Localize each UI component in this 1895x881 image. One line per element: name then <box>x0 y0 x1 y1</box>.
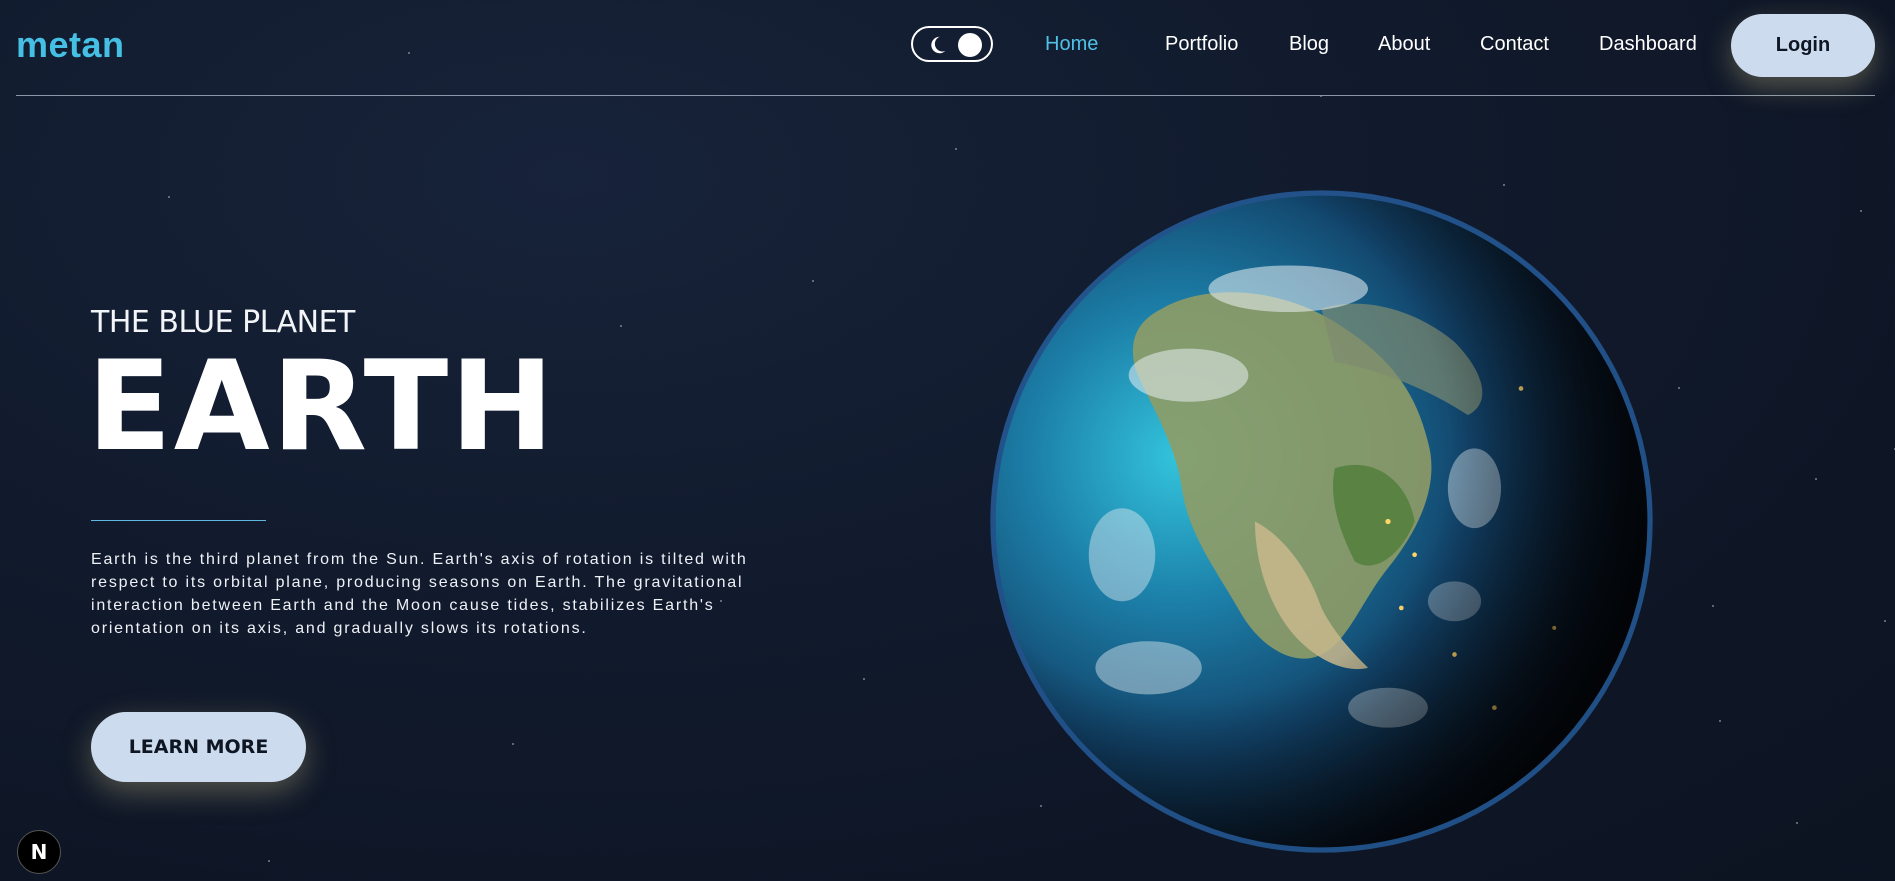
top-navbar: metan Home Portfolio Blog About Contact … <box>16 0 1875 96</box>
hero-title: EARTH <box>87 335 556 479</box>
hero-description: Earth is the third planet from the Sun. … <box>91 551 748 637</box>
earth-globe-image <box>990 190 1653 853</box>
learn-more-button[interactable]: LEARN MORE <box>91 712 306 782</box>
nav-home-link[interactable]: Home <box>1045 33 1098 56</box>
hero-divider <box>91 520 266 521</box>
next-badge-icon[interactable]: N <box>17 830 61 874</box>
login-button[interactable]: Login <box>1731 14 1875 77</box>
nav-blog-link[interactable]: Blog <box>1289 33 1329 56</box>
nav-contact-link[interactable]: Contact <box>1480 33 1549 56</box>
nav-dashboard-link[interactable]: Dashboard <box>1599 33 1697 56</box>
theme-toggle[interactable] <box>911 26 993 62</box>
nav-about-link[interactable]: About <box>1378 33 1430 56</box>
nav-portfolio-link[interactable]: Portfolio <box>1165 33 1238 56</box>
site-logo[interactable]: metan <box>16 24 125 66</box>
toggle-knob-icon <box>958 33 982 57</box>
moon-icon <box>931 36 946 54</box>
